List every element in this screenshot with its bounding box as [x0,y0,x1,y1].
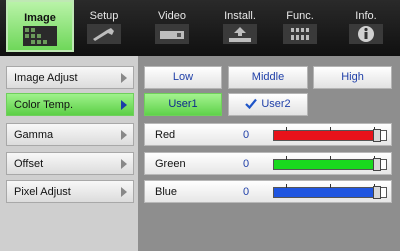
menu-item-image-adjust[interactable]: Image Adjust [6,66,134,89]
menu-item-label: Offset [14,158,44,170]
chevron-right-icon [121,73,127,83]
tab-setup[interactable]: Setup [70,0,138,52]
tab-func-label: Func. [286,10,314,22]
slider-value: 0 [243,158,250,170]
function-grid-icon [283,24,317,44]
preset-low-button[interactable]: Low [144,66,222,89]
slider-value: 0 [243,129,250,141]
preset-middle-button[interactable]: Middle [228,66,308,89]
green-slider[interactable] [273,156,387,171]
menu-item-pixel-adjust[interactable]: Pixel Adjust [6,180,134,203]
slider-name: Blue [155,186,178,198]
red-slider[interactable] [273,127,387,142]
install-tray-icon [223,24,257,44]
tab-video[interactable]: Video [138,0,206,52]
slider-row-green: Green 0 [144,152,392,175]
slider-knob[interactable] [373,158,381,171]
chevron-right-icon [121,130,127,140]
menu-item-color-temp[interactable]: Color Temp. [6,93,134,116]
checkmark-icon [245,98,258,109]
slider-knob[interactable] [373,186,381,199]
color-temp-osd-screen: Image Setup Video Install. Func. Info. I… [0,0,400,251]
wrench-icon [87,24,121,44]
main-panel: Image Adjust Color Temp. Gamma Offset Pi… [0,56,400,251]
slider-tick [286,127,287,131]
slider-name: Red [155,129,176,141]
tab-info[interactable]: Info. [332,0,400,52]
tab-setup-label: Setup [89,10,119,22]
slider-tick [330,127,331,131]
slider-tick [330,184,331,188]
slider-tick [286,184,287,188]
tab-func[interactable]: Func. [266,0,334,52]
slider-tick [330,156,331,160]
image-grid-icon [23,26,57,46]
user2-button[interactable]: User2 [228,93,308,116]
tab-info-label: Info. [355,10,377,22]
menu-item-gamma[interactable]: Gamma [6,123,134,146]
preset-high-button[interactable]: High [313,66,392,89]
user1-button[interactable]: User1 [144,93,222,116]
slider-row-red: Red 0 [144,123,392,146]
tab-install[interactable]: Install. [206,0,274,52]
slider-name: Green [155,158,186,170]
projector-icon [155,24,189,44]
menu-item-label: Gamma [14,129,54,141]
chevron-right-icon [121,159,127,169]
slider-value: 0 [243,186,250,198]
slider-fill [274,131,377,140]
slider-fill [274,188,377,197]
tab-bar: Image Setup Video Install. Func. Info. [0,0,400,56]
menu-item-label: Image Adjust [14,72,78,84]
tab-video-label: Video [158,10,186,22]
blue-slider[interactable] [273,184,387,199]
slider-tick [286,156,287,160]
menu-item-offset[interactable]: Offset [6,152,134,175]
slider-knob[interactable] [373,129,381,142]
slider-fill [274,160,377,169]
chevron-right-icon [121,187,127,197]
tab-image[interactable]: Image [6,0,74,52]
menu-item-label: Color Temp. [14,99,74,111]
user2-label: User2 [261,98,291,110]
menu-item-label: Pixel Adjust [14,186,71,198]
tab-image-label: Image [24,12,56,24]
slider-row-blue: Blue 0 [144,180,392,203]
info-icon [349,24,383,44]
tab-install-label: Install. [224,10,256,22]
chevron-right-icon [121,100,127,110]
